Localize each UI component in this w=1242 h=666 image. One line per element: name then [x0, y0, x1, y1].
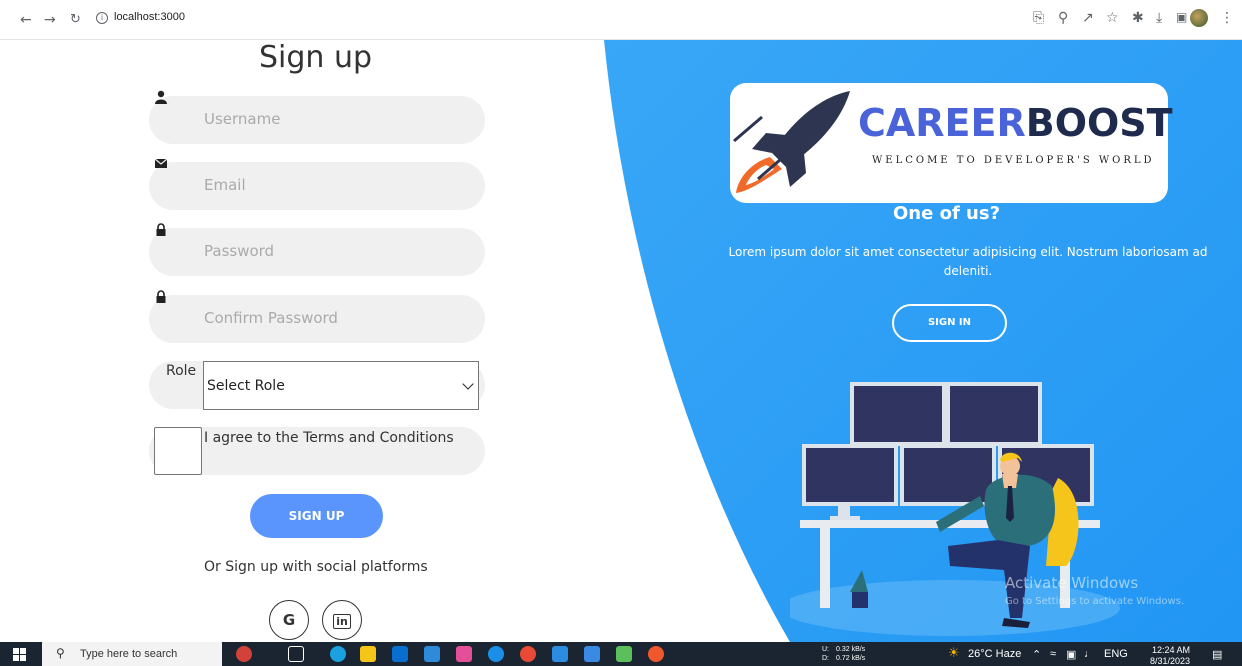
envelope-icon — [154, 158, 168, 168]
user-icon — [155, 90, 167, 104]
taskbar-search[interactable]: ⚲ Type here to search — [42, 642, 222, 666]
weather-icon: ☀ — [948, 646, 960, 661]
clock-time[interactable]: 12:24 AM — [1152, 645, 1190, 655]
side-panel-icon[interactable]: ▣ — [1176, 10, 1187, 24]
username-field[interactable]: Username — [149, 90, 485, 144]
app-icon[interactable] — [456, 646, 472, 662]
page-content: Sign up Username Email Password Confirm … — [0, 40, 1242, 642]
edge-icon[interactable] — [330, 646, 346, 662]
git-icon[interactable] — [616, 646, 632, 662]
app-icon-2[interactable] — [584, 646, 600, 662]
email-placeholder: Email — [204, 176, 246, 194]
url-text: localhost:3000 — [114, 11, 185, 23]
lock-icon — [156, 290, 166, 303]
news-icon[interactable] — [236, 646, 252, 662]
reload-icon[interactable]: ↻ — [70, 12, 81, 27]
net-up: 0.32 kB/s — [836, 646, 866, 653]
profile-avatar[interactable] — [1190, 9, 1208, 27]
net-down-label: D: — [822, 655, 829, 662]
activate-windows-sub: Go to Settings to activate Windows. — [1005, 596, 1185, 607]
address-bar[interactable]: i localhost:3000 — [96, 11, 185, 24]
forward-icon[interactable]: → — [44, 12, 56, 28]
weather-text[interactable]: 26°C Haze — [968, 648, 1021, 660]
wifi-icon[interactable]: ≈ — [1050, 648, 1056, 660]
logo-career: CAREER — [858, 101, 1026, 145]
logo-wordmark: CAREERBOOST — [858, 101, 1173, 145]
panel-heading: One of us? — [893, 203, 1001, 224]
role-select[interactable]: Select Role — [203, 361, 479, 410]
lock-icon — [156, 223, 166, 236]
username-placeholder: Username — [204, 110, 281, 128]
share-icon[interactable]: ↗ — [1082, 10, 1094, 26]
vscode-icon[interactable] — [552, 646, 568, 662]
logo-boost: BOOST — [1025, 101, 1173, 145]
extensions-icon[interactable]: ✱ — [1132, 10, 1144, 26]
logo-tagline: Welcome to developer's world — [872, 155, 1155, 166]
taskbar-search-placeholder: Type here to search — [80, 648, 178, 660]
bookmark-star-icon[interactable]: ☆ — [1106, 10, 1119, 26]
file-explorer-icon[interactable] — [360, 646, 376, 662]
battery-icon[interactable]: ▣ — [1066, 648, 1076, 661]
terms-checkbox[interactable] — [154, 427, 202, 475]
notifications-icon[interactable]: ▤ — [1212, 648, 1222, 661]
taskbar: ⚲ Type here to search U: D: 0.32 kB/s 0.… — [0, 642, 1242, 666]
net-down: 0.72 kB/s — [836, 655, 866, 662]
back-icon[interactable]: ← — [20, 12, 32, 28]
sign-in-button[interactable]: SIGN IN — [892, 304, 1007, 342]
zoom-icon[interactable]: ⚲ — [1058, 10, 1068, 26]
net-up-label: U: — [822, 646, 829, 653]
chevron-down-icon — [462, 378, 474, 390]
linkedin-icon: in — [333, 614, 351, 629]
confirm-password-placeholder: Confirm Password — [204, 309, 338, 327]
activate-windows-watermark: Activate Windows — [1005, 574, 1139, 592]
install-icon[interactable]: ⎘ — [1033, 10, 1044, 26]
logo-card: CAREERBOOST Welcome to developer's world — [730, 83, 1173, 203]
windows-start-icon[interactable] — [13, 648, 26, 661]
menu-dots-icon[interactable]: ⋮ — [1220, 10, 1234, 26]
postman-icon[interactable] — [648, 646, 664, 662]
password-field[interactable]: Password — [149, 223, 485, 276]
sign-up-button[interactable]: SIGN UP — [250, 494, 383, 538]
panel-text: Lorem ipsum dolor sit amet consectetur a… — [728, 245, 1208, 278]
linkedin-button[interactable]: in — [322, 600, 362, 640]
skype-icon[interactable] — [488, 646, 504, 662]
social-text: Or Sign up with social platforms — [204, 559, 428, 575]
role-label: Role — [166, 363, 197, 379]
volume-icon[interactable]: ♩ — [1084, 648, 1095, 660]
chrome-icon[interactable] — [520, 646, 536, 662]
browser-toolbar: ← → ↻ i localhost:3000 ⎘ ⚲ ↗ ☆ ✱ ⤓ ▣ ⋮ — [0, 0, 1242, 40]
google-icon: G — [282, 611, 296, 629]
store-icon[interactable] — [424, 646, 440, 662]
clock-date[interactable]: 8/31/2023 — [1150, 656, 1190, 666]
page-title: Sign up — [259, 40, 373, 75]
task-view-icon[interactable] — [288, 646, 304, 662]
google-button[interactable]: G — [269, 600, 309, 640]
search-icon: ⚲ — [56, 646, 65, 660]
chevron-up-icon[interactable]: ⌃ — [1032, 648, 1041, 661]
language-indicator[interactable]: ENG — [1104, 648, 1128, 660]
role-selected-value: Select Role — [207, 378, 285, 394]
password-placeholder: Password — [204, 242, 275, 260]
info-icon[interactable]: i — [96, 12, 108, 24]
email-field[interactable]: Email — [149, 158, 485, 210]
rocket-logo-icon — [733, 91, 850, 193]
terms-label: I agree to the Terms and Conditions — [204, 430, 454, 446]
mail-icon[interactable] — [392, 646, 408, 662]
confirm-password-field[interactable]: Confirm Password — [149, 290, 485, 343]
download-icon[interactable]: ⤓ — [1156, 10, 1162, 26]
